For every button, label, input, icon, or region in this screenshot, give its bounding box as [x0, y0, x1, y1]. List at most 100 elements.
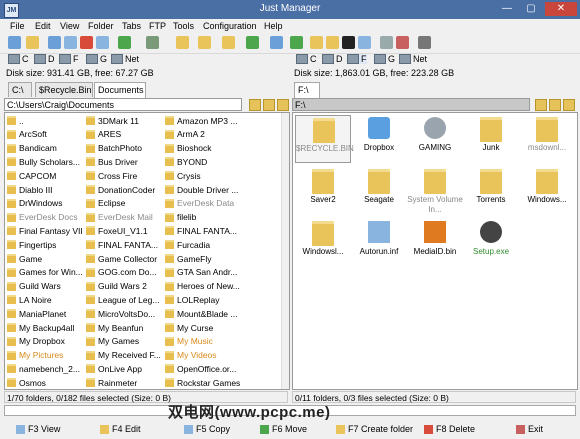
forward-arrow-icon[interactable]: [146, 36, 159, 49]
right-file-item[interactable]: System Volume In...: [407, 167, 463, 215]
left-list-item[interactable]: My Games: [86, 335, 139, 348]
left-list-item[interactable]: EverDesk Data: [165, 197, 234, 210]
right-file-item[interactable]: Windowsl...: [295, 219, 351, 267]
menu-edit[interactable]: Edit: [35, 21, 51, 31]
left-list-item[interactable]: DonationCoder: [86, 183, 155, 196]
left-scrollbar[interactable]: [281, 113, 289, 389]
left-list-item[interactable]: Guild Wars 2: [86, 280, 147, 293]
right-drive-c[interactable]: C: [296, 54, 317, 64]
right-file-item[interactable]: Autorun.inf: [351, 219, 407, 267]
right-file-item[interactable]: Torrents: [463, 167, 519, 215]
map-drive-icon[interactable]: [380, 36, 393, 49]
right-file-item[interactable]: Setup.exe: [463, 219, 519, 267]
right-file-item[interactable]: Seagate: [351, 167, 407, 215]
left-list-item[interactable]: 3DMark 11: [86, 114, 139, 127]
menu-folder[interactable]: Folder: [88, 21, 114, 31]
left-list-item[interactable]: Crysis: [165, 169, 201, 182]
left-list-item[interactable]: Cross Fire: [86, 169, 137, 182]
left-list-item[interactable]: DrWindows: [7, 197, 62, 210]
left-list-item[interactable]: Osmos: [7, 376, 46, 389]
left-list-item[interactable]: LOLReplay: [165, 293, 220, 306]
left-list-item[interactable]: My Videos: [165, 349, 217, 362]
f6-move-button[interactable]: F6 Move: [260, 421, 307, 437]
menu-view[interactable]: View: [60, 21, 79, 31]
left-list-item[interactable]: EverDesk Docs: [7, 211, 78, 224]
left-list-item[interactable]: My Beanfun: [86, 321, 143, 334]
refresh-icon[interactable]: [48, 36, 61, 49]
left-list-item[interactable]: MicroVoltsDo...: [86, 307, 155, 320]
left-list-item[interactable]: GTA San Andr...: [165, 266, 237, 279]
left-list-item[interactable]: Eclipse: [86, 197, 125, 210]
left-list-item[interactable]: My Pictures: [7, 349, 63, 362]
left-list-item[interactable]: My Curse: [165, 321, 213, 334]
folder-favorites-icon[interactable]: [198, 36, 211, 49]
maximize-button[interactable]: ▢: [520, 2, 542, 16]
left-drive-f[interactable]: F: [59, 54, 79, 64]
left-list-item[interactable]: Fingertips: [7, 238, 56, 251]
f5-copy-button[interactable]: F5 Copy: [184, 421, 230, 437]
right-drive-net[interactable]: Net: [399, 54, 427, 64]
left-path-field[interactable]: C:\Users\Craig\Documents: [4, 98, 242, 111]
copy-icon[interactable]: [64, 36, 77, 49]
parent-folder-icon[interactable]: [176, 36, 189, 49]
left-list-item[interactable]: Game Collector: [86, 252, 157, 265]
left-tab-recycle-bin[interactable]: $Recycle.Bin: [35, 82, 93, 97]
right-file-list[interactable]: $RECYCLE.BIN Dropbox GAMING Junk msdownl... S…: [292, 112, 578, 390]
swap-panels-icon[interactable]: [290, 36, 303, 49]
right-drive-d[interactable]: D: [322, 54, 343, 64]
left-list-item[interactable]: My Dropbox: [7, 335, 65, 348]
compare-icon[interactable]: [358, 36, 371, 49]
edit-icon[interactable]: [26, 36, 39, 49]
menu-tools[interactable]: Tools: [173, 21, 194, 31]
menu-file[interactable]: File: [10, 21, 25, 31]
left-list-item[interactable]: Bully Scholars...: [7, 155, 80, 168]
left-list-item[interactable]: League of Leg...: [86, 293, 159, 306]
terminal-icon[interactable]: [342, 36, 355, 49]
delete-icon[interactable]: [80, 36, 93, 49]
left-list-item[interactable]: FINAL FANTA...: [165, 224, 237, 237]
left-list-item[interactable]: My Received F...: [86, 349, 161, 362]
open-folder-icon[interactable]: [310, 36, 323, 49]
right-file-item[interactable]: Dropbox: [351, 115, 407, 163]
left-list-item[interactable]: BatchPhoto: [86, 142, 142, 155]
left-file-list[interactable]: .. ArcSoft Bandicam Bully Scholars... CAPCOM…: [4, 112, 290, 390]
left-tab-c-root[interactable]: C:\: [8, 82, 32, 97]
left-list-item[interactable]: BYOND: [165, 155, 207, 168]
f8-delete-button[interactable]: F8 Delete: [424, 421, 475, 437]
left-list-item[interactable]: My Music: [165, 335, 213, 348]
view-mode-icon[interactable]: [270, 36, 283, 49]
folder-history-icon[interactable]: [222, 36, 235, 49]
left-list-item[interactable]: My Backup4all: [7, 321, 74, 334]
right-drive-f[interactable]: F: [347, 54, 367, 64]
right-file-item[interactable]: GAMING: [407, 115, 463, 163]
left-list-item[interactable]: filelib: [165, 211, 196, 224]
left-list-item[interactable]: GOG.com Do...: [86, 266, 157, 279]
right-favorites-icon[interactable]: [535, 99, 547, 111]
left-list-item[interactable]: FoxeUI_V1.1: [86, 224, 148, 237]
left-list-item[interactable]: Final Fantasy VII: [7, 224, 83, 237]
f4-edit-button[interactable]: F4 Edit: [100, 421, 141, 437]
right-tab-f-root[interactable]: F:\: [294, 82, 320, 98]
left-history-icon[interactable]: [263, 99, 275, 111]
left-list-item[interactable]: LA Noire: [7, 293, 52, 306]
menu-configuration[interactable]: Configuration: [203, 21, 257, 31]
left-list-item[interactable]: Rockstar Games: [165, 376, 240, 389]
left-tab-documents[interactable]: Documents: [94, 82, 146, 98]
back-arrow-icon[interactable]: [118, 36, 131, 49]
properties-icon[interactable]: [96, 36, 109, 49]
left-up-folder-icon[interactable]: [277, 99, 289, 111]
right-drive-g[interactable]: G: [374, 54, 395, 64]
left-favorites-icon[interactable]: [249, 99, 261, 111]
right-file-item[interactable]: Junk: [463, 115, 519, 163]
left-list-item[interactable]: EverDesk Mail: [86, 211, 153, 224]
folder-sync-icon[interactable]: [246, 36, 259, 49]
left-list-item[interactable]: Rainmeter: [86, 376, 137, 389]
right-path-field[interactable]: F:\: [292, 98, 530, 111]
right-file-item[interactable]: Saver2: [295, 167, 351, 215]
left-list-item[interactable]: Furcadia: [165, 238, 210, 251]
exit-button[interactable]: Exit: [516, 421, 543, 437]
menu-ftp[interactable]: FTP: [149, 21, 166, 31]
left-list-item[interactable]: Double Driver ...: [165, 183, 238, 196]
left-list-item[interactable]: Guild Wars: [7, 280, 61, 293]
search-icon[interactable]: [326, 36, 339, 49]
